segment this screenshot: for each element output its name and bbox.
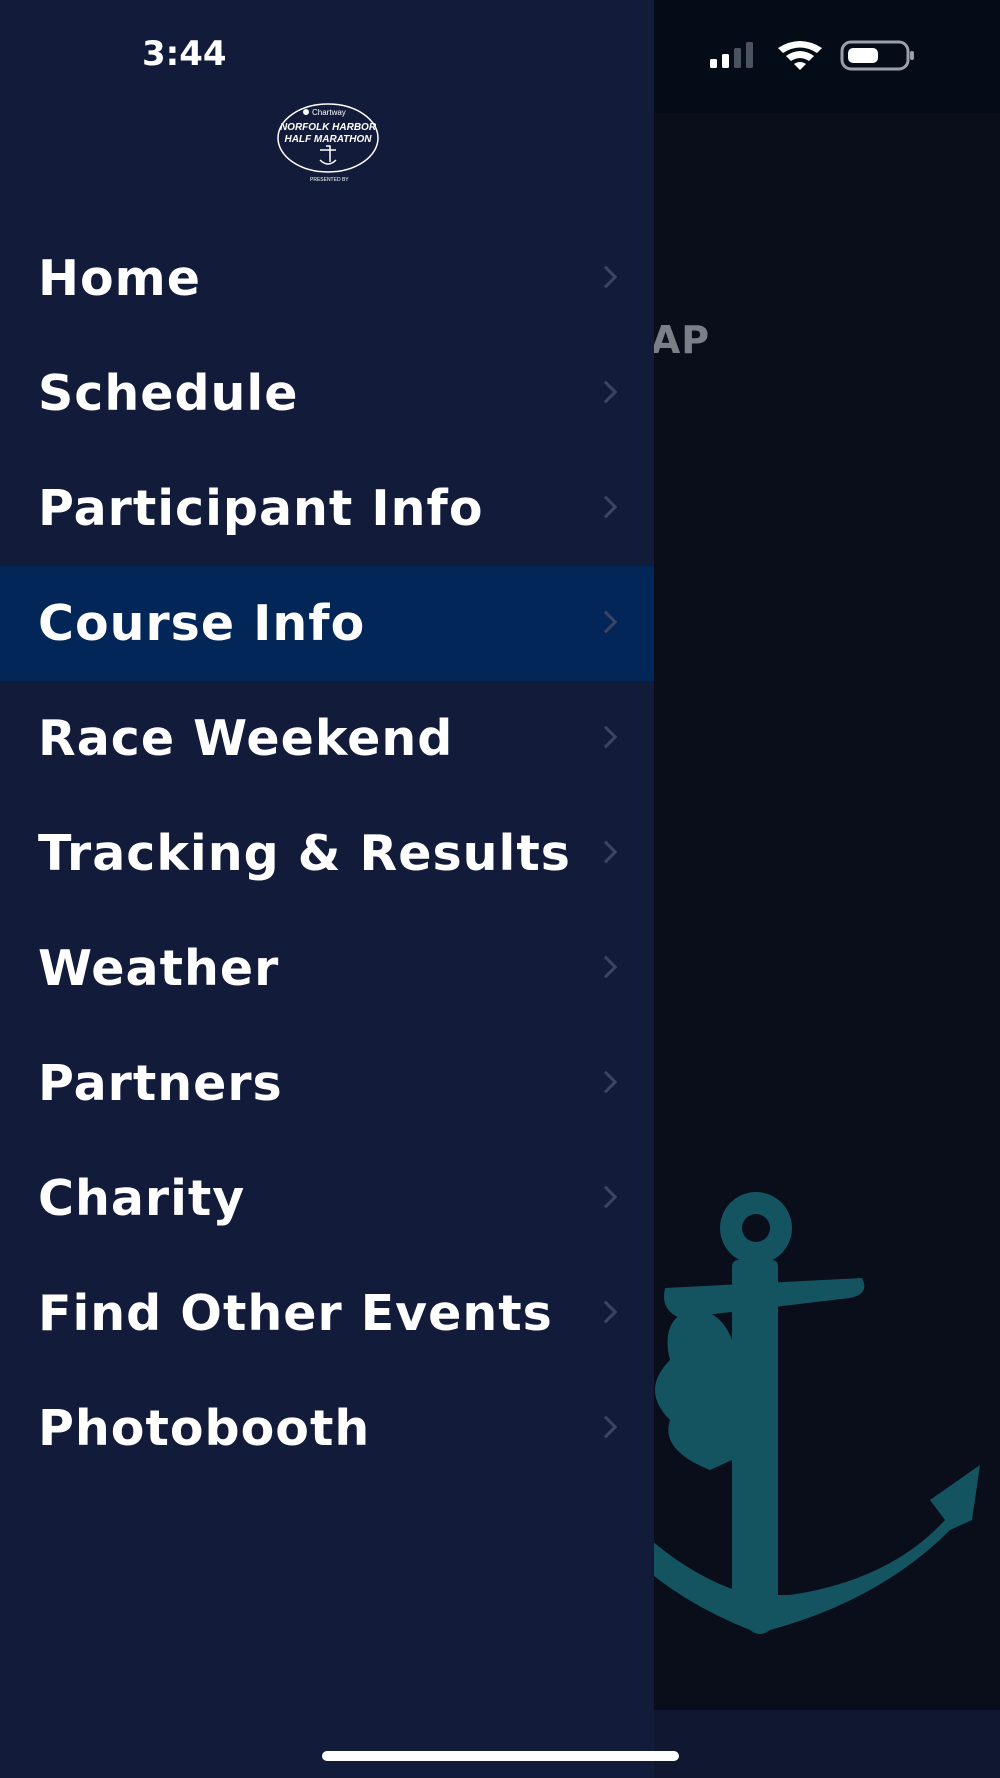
menu-item-label: Find Other Events [38, 1285, 553, 1342]
chevron-right-icon [594, 1415, 618, 1439]
menu-item-label: Partners [38, 1055, 283, 1112]
chevron-right-icon [594, 610, 618, 634]
chevron-right-icon [594, 955, 618, 979]
menu-item-participant-info[interactable]: Participant Info [0, 451, 654, 566]
logo-brand: Chartway [312, 108, 346, 117]
menu-item-label: Charity [38, 1170, 246, 1227]
logo-title-line1: NORFOLK HARBOR [280, 122, 377, 133]
logo-presented: PRESENTED BY [310, 177, 349, 183]
menu-item-label: Photobooth [38, 1400, 371, 1457]
status-time: 3:44 [142, 34, 227, 74]
chevron-right-icon [594, 380, 618, 404]
chevron-right-icon [594, 1185, 618, 1209]
chevron-right-icon [594, 495, 618, 519]
home-indicator[interactable] [322, 1751, 679, 1761]
status-icons [710, 40, 914, 71]
chevron-right-icon [594, 725, 618, 749]
event-logo: Chartway NORFOLK HARBOR HALF MARATHON PR… [277, 103, 379, 183]
menu-item-label: Course Info [38, 595, 366, 652]
menu-item-label: Participant Info [38, 480, 484, 537]
side-drawer: Chartway NORFOLK HARBOR HALF MARATHON PR… [0, 0, 654, 1778]
menu-item-tracking-results[interactable]: Tracking & Results [0, 796, 654, 911]
menu-item-schedule[interactable]: Schedule [0, 336, 654, 451]
logo-title-line2: HALF MARATHON [284, 134, 372, 145]
menu-item-race-weekend[interactable]: Race Weekend [0, 681, 654, 796]
menu-item-find-other-events[interactable]: Find Other Events [0, 1256, 654, 1371]
menu-item-label: Weather [38, 940, 280, 997]
chevron-right-icon [594, 840, 618, 864]
menu-item-label: Race Weekend [38, 710, 454, 767]
menu-item-label: Schedule [38, 365, 299, 422]
menu-item-label: Home [38, 250, 201, 307]
menu-item-photobooth[interactable]: Photobooth [0, 1371, 654, 1486]
menu-item-label: Tracking & Results [38, 825, 571, 882]
menu-item-course-info[interactable]: Course Info [0, 566, 654, 681]
battery-icon [840, 40, 914, 71]
chevron-right-icon [594, 1300, 618, 1324]
signal-icon [710, 42, 753, 68]
anchor-mermaid-icon [600, 1192, 980, 1634]
menu-item-home[interactable]: Home [0, 221, 654, 336]
wifi-icon [778, 41, 822, 70]
chevron-right-icon [594, 1070, 618, 1094]
drawer-menu: Home Schedule Participant Info Course In… [0, 221, 654, 1486]
menu-item-weather[interactable]: Weather [0, 911, 654, 1026]
menu-item-charity[interactable]: Charity [0, 1141, 654, 1256]
menu-item-partners[interactable]: Partners [0, 1026, 654, 1141]
chevron-right-icon [594, 265, 618, 289]
